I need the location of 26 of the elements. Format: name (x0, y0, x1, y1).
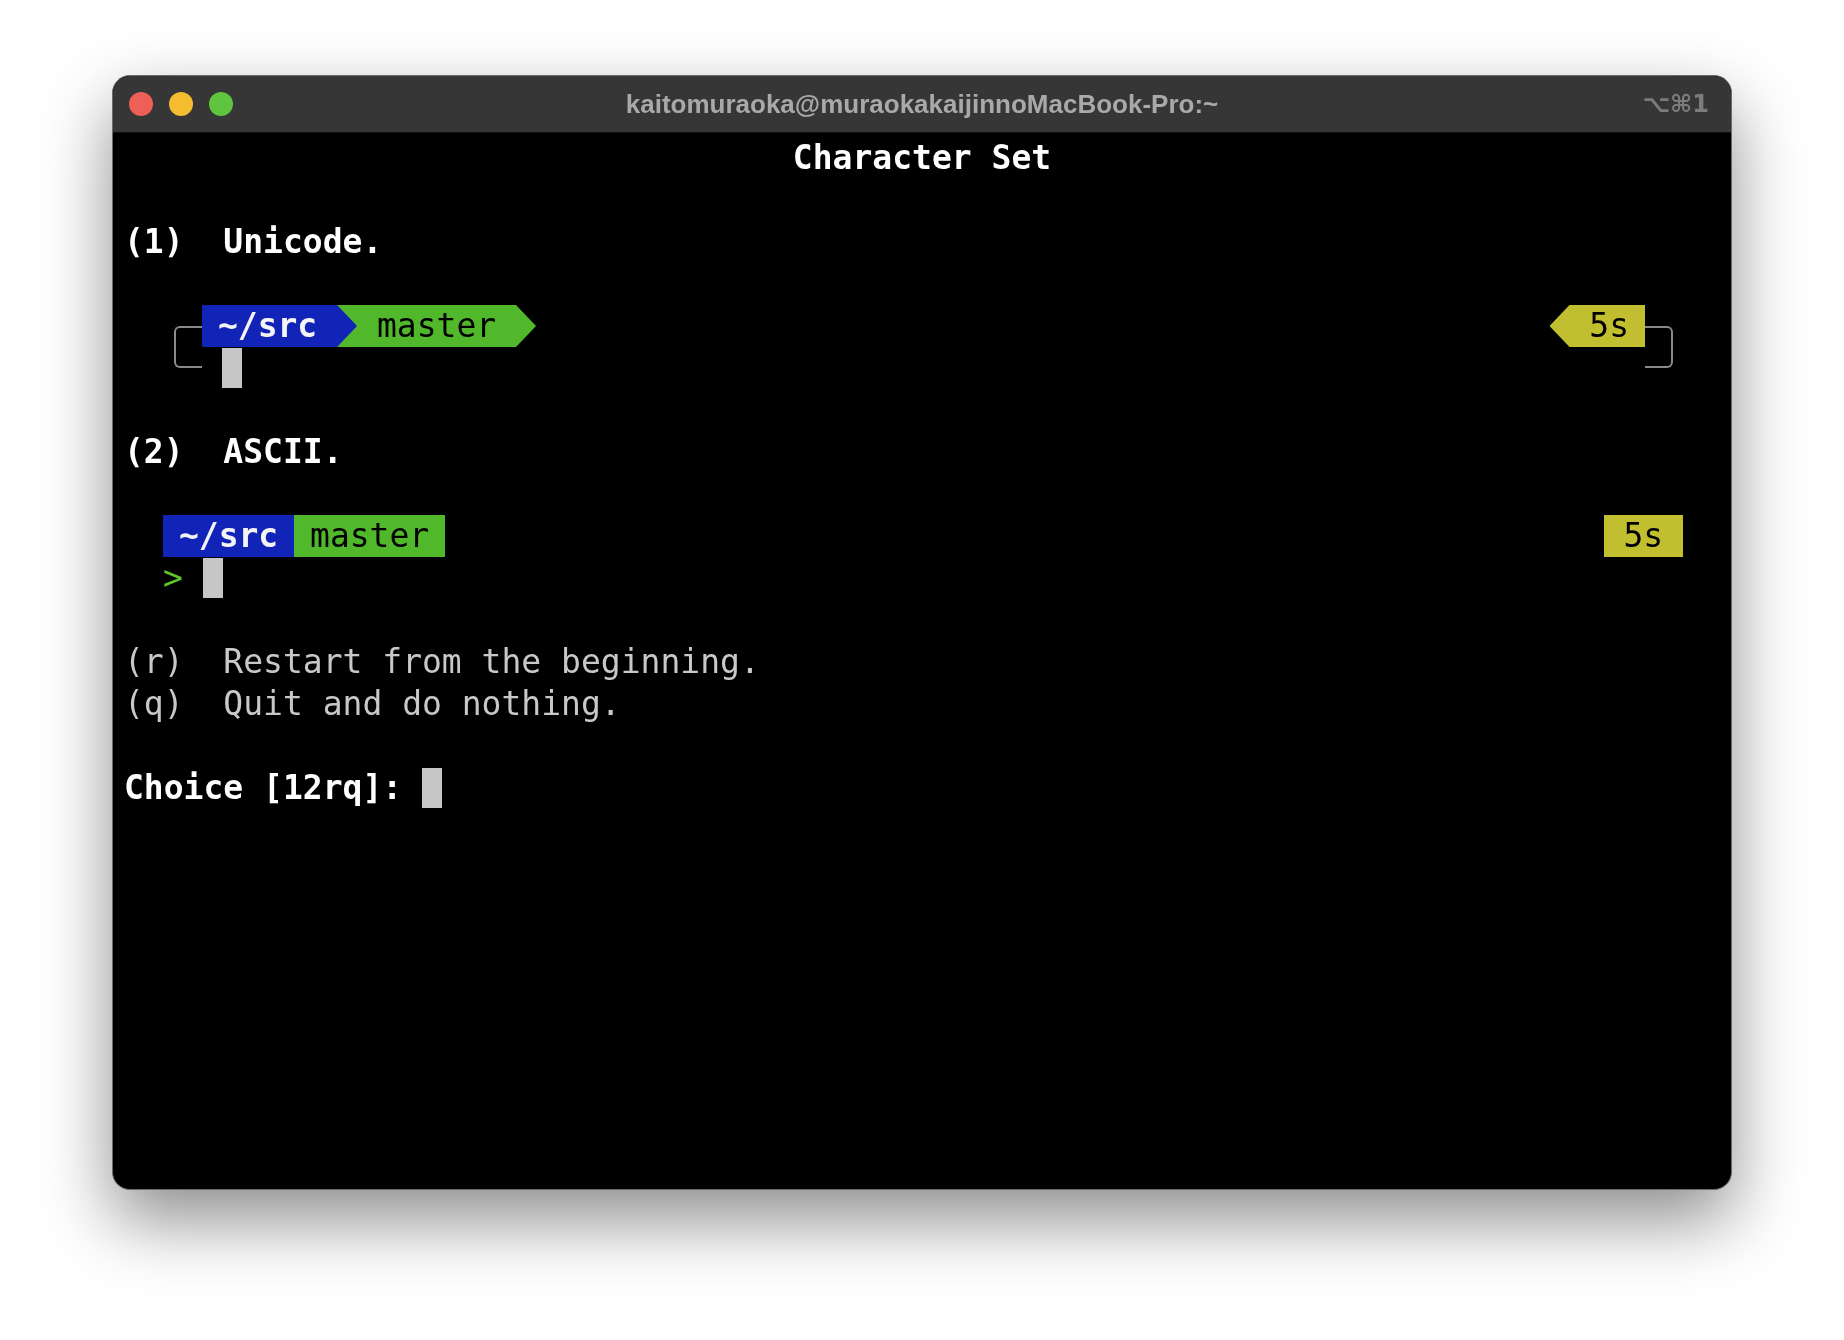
text-cursor (202, 558, 223, 598)
duration-segment: 5s (1549, 305, 1645, 347)
prompt-symbol: > (163, 557, 184, 599)
close-button[interactable] (129, 92, 153, 116)
option-label: Unicode. (223, 221, 383, 263)
input-prompt: Choice [12rq]: (124, 767, 403, 809)
option-key: (2) (124, 431, 224, 473)
frame-bracket (1645, 326, 1673, 368)
duration-segment: 5s (1603, 515, 1683, 557)
screen-heading: Character Set (792, 137, 1052, 179)
shortcut-label: ⌥⌘1 (1641, 90, 1710, 118)
option-label: ASCII. (223, 431, 343, 473)
directory-segment: ~/src (163, 515, 295, 557)
branch-segment: master (337, 305, 537, 347)
minimize-button[interactable] (169, 92, 193, 116)
option-label: Restart from the beginning. (223, 641, 760, 683)
text-cursor (222, 348, 242, 388)
text-cursor (422, 768, 443, 808)
option-key: (1) (124, 221, 224, 263)
window-title: kaitomuraoka@muraokakaijinnoMacBook-Pro:~ (624, 88, 1220, 120)
zoom-button[interactable] (209, 92, 233, 116)
option-key: (q) (124, 683, 224, 725)
option-key: (r) (124, 641, 224, 683)
directory-segment: ~/src (202, 305, 358, 347)
branch-segment: master (294, 515, 446, 557)
option-label: Quit and do nothing. (223, 683, 621, 725)
